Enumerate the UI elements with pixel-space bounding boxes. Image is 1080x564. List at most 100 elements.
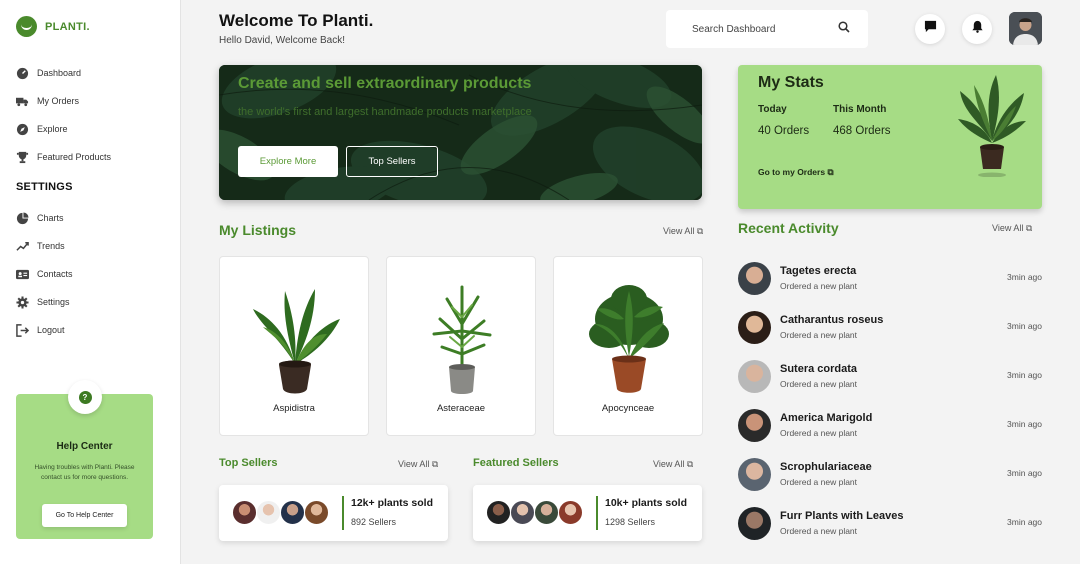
logo-text: PLANTI. [45, 20, 90, 33]
activity-item[interactable]: Catharantus roseus Ordered a new plant 3… [738, 311, 1042, 345]
sidebar-item-explore[interactable]: Explore [16, 121, 176, 137]
go-to-help-center-button[interactable]: Go To Help Center [42, 504, 127, 527]
sidebar-item-label: Explore [37, 124, 68, 134]
explore-more-button[interactable]: Explore More [238, 146, 338, 177]
top-sellers-button[interactable]: Top Sellers [346, 146, 438, 177]
activity-avatar [738, 458, 771, 491]
sidebar-item-my-orders[interactable]: My Orders [16, 93, 176, 109]
seller-avatar [232, 500, 257, 525]
activity-time: 3min ago [1007, 468, 1042, 478]
logo[interactable]: PLANTI. [16, 16, 90, 37]
activity-avatar [738, 507, 771, 540]
stats-month-value: 468 Orders [833, 125, 891, 137]
sidebar-item-label: Featured Products [37, 152, 112, 162]
help-title: Help Center [56, 441, 113, 452]
sidebar-item-label: Logout [37, 325, 65, 335]
listing-label: Asteraceae [436, 403, 486, 414]
featured-sellers-view-all-link[interactable]: View All ⧉ [653, 459, 693, 470]
stats-month-label: This Month [833, 104, 887, 115]
activity-name: Furr Plants with Leaves [780, 510, 904, 522]
logout-icon [16, 323, 29, 337]
hero-banner: Create and sell extraordinary products t… [219, 65, 702, 200]
external-link-icon: ⧉ [696, 226, 704, 236]
activity-item[interactable]: America Marigold Ordered a new plant 3mi… [738, 409, 1042, 443]
seller-avatar [534, 500, 559, 525]
search-bar[interactable] [666, 10, 868, 48]
bell-icon [971, 20, 984, 38]
seller-avatar [510, 500, 535, 525]
seller-count: 1298 Sellers [605, 517, 656, 527]
sidebar-item-trends[interactable]: Trends [16, 238, 176, 254]
seller-avatar [280, 500, 305, 525]
help-badge: ? [68, 380, 102, 414]
messages-button[interactable] [915, 14, 945, 44]
sidebar-item-charts[interactable]: Charts [16, 210, 176, 226]
listing-card[interactable]: Asteraceae [386, 256, 536, 436]
plants-sold: 12k+ plants sold [351, 497, 433, 509]
sidebar-item-dashboard[interactable]: Dashboard [16, 65, 176, 81]
help-description: Having troubles with Planti. Please cont… [34, 464, 135, 481]
question-icon: ? [78, 390, 92, 404]
activity-name: Sutera cordata [780, 363, 858, 375]
sidebar-item-featured-products[interactable]: Featured Products [16, 149, 176, 165]
search-icon[interactable] [838, 20, 850, 38]
listing-card[interactable]: Aspidistra [219, 256, 369, 436]
external-link-icon: ⧉ [827, 167, 834, 177]
user-avatar[interactable] [1009, 12, 1042, 45]
notifications-button[interactable] [962, 14, 992, 44]
activity-avatar [738, 409, 771, 442]
sidebar-item-logout[interactable]: Logout [16, 322, 176, 338]
trend-up-icon [16, 240, 29, 253]
activity-item[interactable]: Scrophulariaceae Ordered a new plant 3mi… [738, 458, 1042, 492]
activity-desc: Ordered a new plant [780, 526, 858, 536]
activity-item[interactable]: Tagetes erecta Ordered a new plant 3min … [738, 262, 1042, 296]
sidebar-item-contacts[interactable]: Contacts [16, 266, 176, 282]
listing-card[interactable]: Apocynceae [553, 256, 703, 436]
view-all-label: View All [992, 223, 1024, 233]
seller-count: 892 Sellers [351, 517, 397, 527]
activity-desc: Ordered a new plant [780, 477, 858, 487]
activity-item[interactable]: Sutera cordata Ordered a new plant 3min … [738, 360, 1042, 394]
stats-title: My Stats [758, 74, 824, 91]
listings-view-all-link[interactable]: View All ⧉ [663, 226, 703, 237]
activity-time: 3min ago [1007, 272, 1042, 282]
sidebar-item-label: Dashboard [37, 68, 82, 78]
aspidistra-plant-image [253, 289, 340, 394]
asteraceae-plant-image [432, 285, 492, 394]
activity-name: Tagetes erecta [780, 265, 857, 277]
gear-icon [16, 295, 29, 309]
gauge-icon [16, 67, 29, 80]
activity-name: Catharantus roseus [780, 314, 884, 326]
my-stats-card: My Stats Today This Month 40 Orders 468 … [738, 65, 1042, 209]
activity-time: 3min ago [1007, 370, 1042, 380]
divider [342, 496, 344, 530]
featured-sellers-card[interactable]: 10k+ plants sold 1298 Sellers [473, 485, 702, 541]
settings-heading: SETTINGS [16, 181, 73, 193]
activity-item[interactable]: Furr Plants with Leaves Ordered a new pl… [738, 507, 1042, 541]
help-center-card: ? Help Center Having troubles with Plant… [16, 380, 153, 539]
top-sellers-card[interactable]: 12k+ plants sold 892 Sellers [219, 485, 448, 541]
activity-view-all-link[interactable]: View All ⧉ [992, 223, 1032, 234]
seller-avatar [304, 500, 329, 525]
plants-sold: 10k+ plants sold [605, 497, 687, 509]
chat-icon [924, 20, 937, 38]
sidebar-item-settings[interactable]: Settings [16, 294, 176, 310]
hero-subtitle: the world's first and largest handmade p… [238, 106, 532, 118]
sidebar-item-label: Settings [37, 297, 70, 307]
activity-time: 3min ago [1007, 517, 1042, 527]
go-to-orders-label: Go to my Orders [758, 167, 826, 177]
sidebar-item-label: Trends [37, 241, 65, 251]
view-all-label: View All [398, 459, 430, 469]
apocynceae-plant-image [589, 285, 669, 393]
external-link-icon: ⧉ [431, 459, 439, 469]
search-input[interactable] [692, 23, 838, 35]
recent-activity-title: Recent Activity [738, 220, 839, 236]
sidebar-item-label: Charts [37, 213, 64, 223]
stats-plant-image [958, 75, 1026, 177]
activity-desc: Ordered a new plant [780, 428, 858, 438]
listing-label: Apocynceae [601, 403, 655, 414]
top-sellers-view-all-link[interactable]: View All ⧉ [398, 459, 438, 470]
activity-avatar [738, 262, 771, 295]
activity-desc: Ordered a new plant [780, 379, 858, 389]
go-to-orders-link[interactable]: Go to my Orders ⧉ [758, 167, 834, 178]
